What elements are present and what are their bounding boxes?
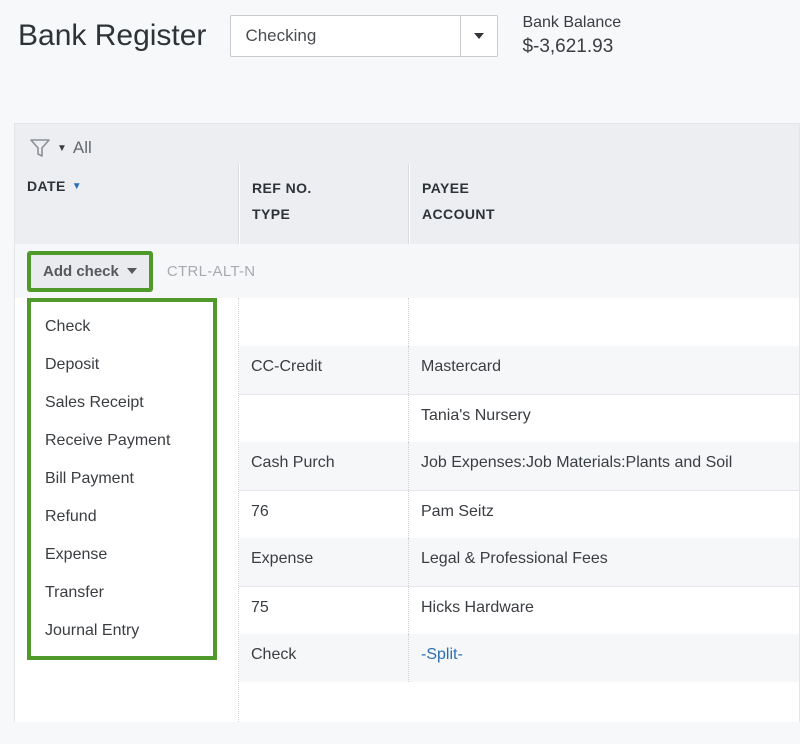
column-account-label: ACCOUNT [422,204,787,230]
cell-ref [239,394,409,442]
cell-ref: Check [239,634,409,682]
dropdown-item[interactable]: Sales Receipt [31,384,213,422]
caret-down-icon[interactable]: ▼ [57,143,67,154]
cell-account: Job Expenses:Job Materials:Plants and So… [409,442,799,490]
table-row[interactable]: Tania's Nursery [239,394,799,442]
table-row[interactable]: Check-Split- [239,634,799,682]
column-type-label: TYPE [252,204,396,230]
table-row[interactable]: Cash PurchJob Expenses:Job Materials:Pla… [239,442,799,490]
dropdown-item[interactable]: Bill Payment [31,460,213,498]
account-select-dropdown-button[interactable] [460,15,498,57]
table-row[interactable]: CC-CreditMastercard [239,346,799,394]
balance-label: Bank Balance [522,12,621,34]
dropdown-item[interactable]: Check [31,308,213,346]
cell-account: Pam Seitz [409,490,799,538]
add-check-label: Add check [43,263,119,280]
cell-ref: CC-Credit [239,346,409,394]
register-rows: CC-CreditMastercardTania's NurseryCash P… [239,298,799,722]
shortcut-hint: CTRL-ALT-N [167,263,256,280]
add-check-button[interactable]: Add check [27,251,153,292]
account-select-value[interactable]: Checking [230,15,460,57]
page-title: Bank Register [18,19,206,53]
table-row[interactable]: 75Hicks Hardware [239,586,799,634]
cell-account: Legal & Professional Fees [409,538,799,586]
dropdown-item[interactable]: Transfer [31,574,213,612]
page-header: Bank Register Checking Bank Balance $-3,… [0,0,800,75]
column-date[interactable]: DATE ▼ [15,164,239,244]
cell-account: Tania's Nursery [409,394,799,442]
caret-down-icon [474,33,484,39]
add-check-dropdown: CheckDepositSales ReceiptReceive Payment… [27,298,217,660]
filter-bar: ▼ All [15,124,799,164]
table-row[interactable]: 76Pam Seitz [239,490,799,538]
column-payee: PAYEE ACCOUNT [409,164,799,244]
filter-icon[interactable] [29,138,51,158]
add-transaction-row: Add check CTRL-ALT-N CheckDepositSales R… [15,244,799,298]
dropdown-item[interactable]: Deposit [31,346,213,384]
cell-account[interactable]: -Split- [409,634,799,682]
table-row[interactable]: ExpenseLegal & Professional Fees [239,538,799,586]
dropdown-item[interactable]: Receive Payment [31,422,213,460]
cell-ref: Cash Purch [239,442,409,490]
cell-account: Mastercard [409,346,799,394]
dropdown-item[interactable]: Journal Entry [31,612,213,650]
column-payee-label: PAYEE [422,178,787,204]
cell-ref: Expense [239,538,409,586]
column-ref: REF NO. TYPE [239,164,409,244]
table-row[interactable] [239,298,799,346]
sort-caret-icon: ▼ [72,181,82,192]
cell-account [409,298,799,346]
cell-ref: 75 [239,586,409,634]
cell-ref [239,298,409,346]
dropdown-item[interactable]: Refund [31,498,213,536]
caret-down-icon [127,268,137,274]
dropdown-item[interactable]: Expense [31,536,213,574]
balance-value: $-3,621.93 [522,34,621,60]
register-panel: ▼ All DATE ▼ REF NO. TYPE PAYEE ACCOUNT … [14,123,800,722]
column-refno-label: REF NO. [252,178,396,204]
filter-label: All [73,138,92,158]
column-date-label: DATE [27,178,66,194]
cell-ref: 76 [239,490,409,538]
account-select[interactable]: Checking [230,15,498,57]
column-headers: DATE ▼ REF NO. TYPE PAYEE ACCOUNT [15,164,799,244]
cell-account: Hicks Hardware [409,586,799,634]
balance-block: Bank Balance $-3,621.93 [522,12,621,59]
